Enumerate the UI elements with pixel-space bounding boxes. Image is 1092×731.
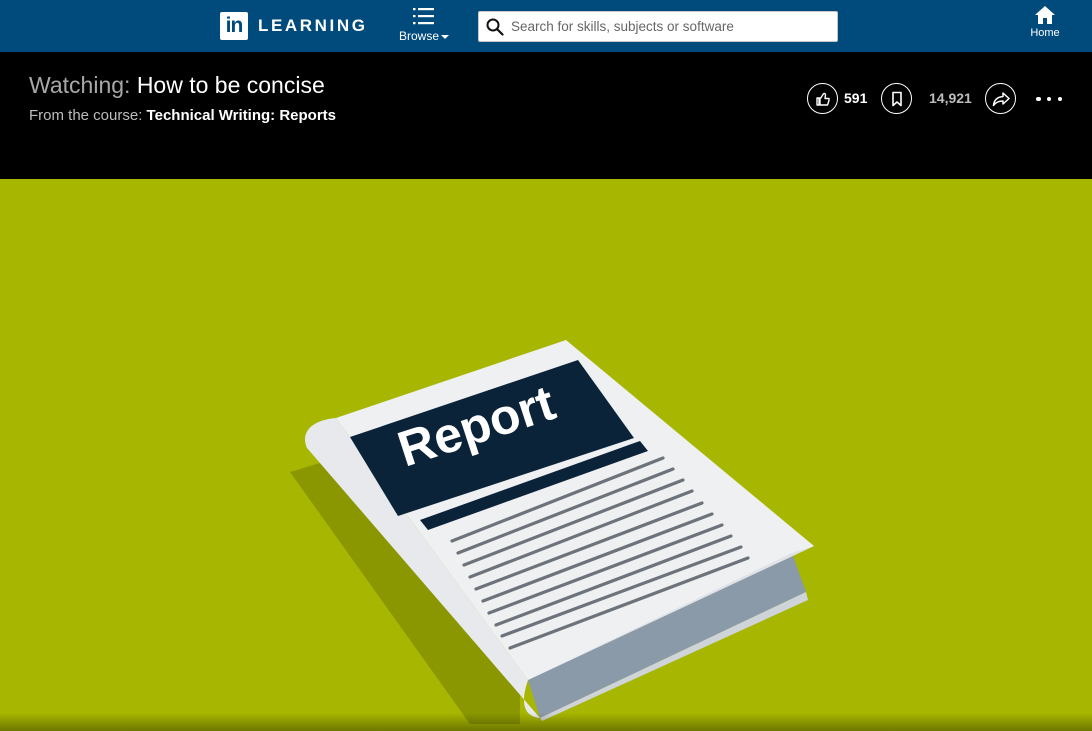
- linkedin-learning-logo[interactable]: in LEARNING: [220, 12, 368, 40]
- browse-list-icon: [413, 8, 434, 25]
- share-icon: [992, 91, 1010, 106]
- video-bottom-shade: [0, 713, 1092, 731]
- search-input[interactable]: [511, 12, 831, 41]
- home-label: Home: [1030, 27, 1060, 39]
- more-dot: [1046, 96, 1052, 102]
- like-count: 591: [844, 90, 868, 106]
- home-icon: [1035, 6, 1055, 24]
- video-player[interactable]: Report: [0, 179, 1092, 731]
- more-dot: [1036, 96, 1041, 102]
- learning-logo-text: LEARNING: [258, 16, 368, 35]
- home-button[interactable]: Home: [1026, 5, 1064, 47]
- like-icon: [815, 92, 830, 106]
- save-button[interactable]: [881, 83, 912, 114]
- report-book-illustration: Report: [290, 340, 814, 724]
- video-actions: 591 14,921: [0, 83, 1092, 115]
- video-header: Watching: How to be concise From the cou…: [0, 52, 1092, 179]
- linkedin-logo-mark: in: [220, 12, 248, 40]
- browse-menu-button[interactable]: Browse: [396, 7, 452, 47]
- top-nav: in LEARNING Browse Home: [0, 0, 1092, 52]
- bookmark-icon: [891, 91, 902, 106]
- saved-count: 14,921: [929, 90, 972, 106]
- more-options-icon[interactable]: [1036, 89, 1062, 109]
- browse-label: Browse: [399, 29, 449, 43]
- more-dot: [1057, 96, 1062, 102]
- share-button[interactable]: [985, 83, 1016, 114]
- like-button[interactable]: [807, 83, 838, 114]
- chevron-down-icon: [441, 34, 449, 39]
- search-bar[interactable]: [478, 11, 838, 42]
- search-icon[interactable]: [479, 11, 511, 42]
